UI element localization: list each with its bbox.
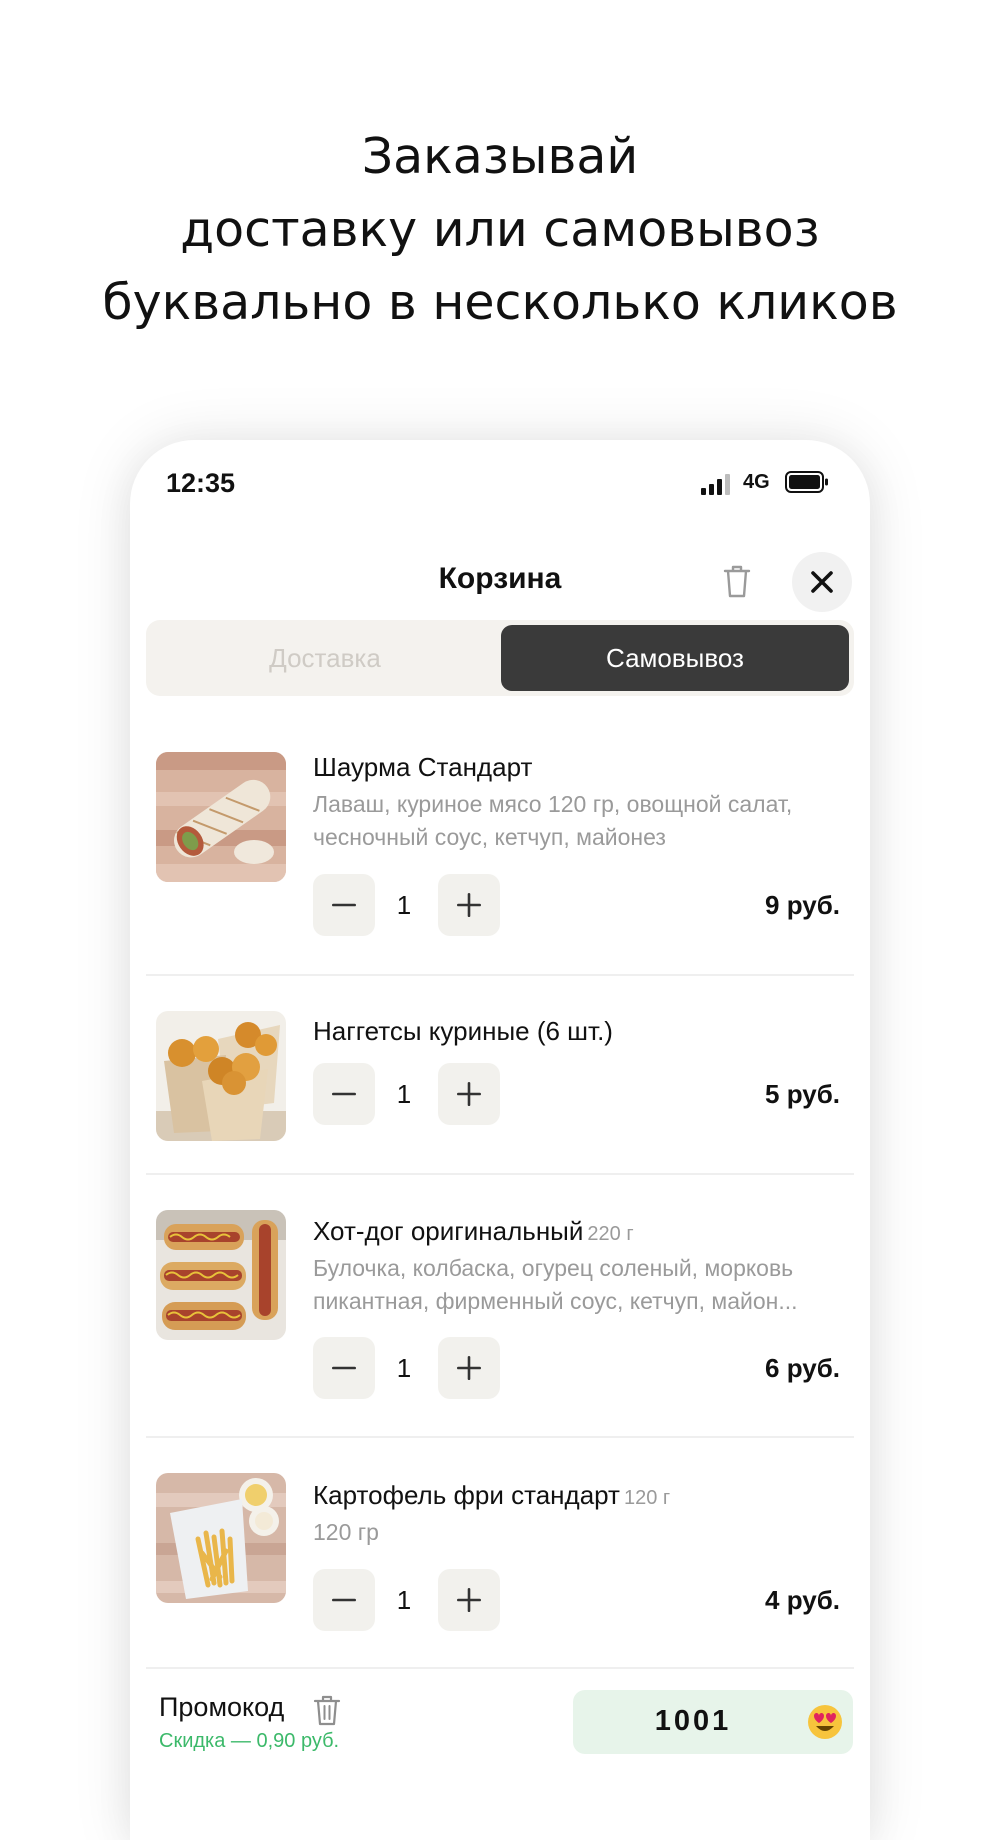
item-price: 6 руб. — [765, 1353, 840, 1383]
minus-icon — [332, 1092, 356, 1096]
tab-pickup[interactable]: Самовывоз — [501, 625, 849, 691]
item-name: Хот-дог оригинальный 220 г — [313, 1216, 634, 1247]
tab-delivery[interactable]: Доставка — [151, 625, 499, 691]
item-description-line: 120 гр — [313, 1519, 379, 1545]
minus-icon — [332, 1598, 356, 1602]
item-description-line: пикантная, фирменный соус, кетчуп, майон… — [313, 1288, 798, 1314]
item-name-text: Хот-дог оригинальный — [313, 1216, 584, 1246]
item-description-line: Булочка, колбаска, огурец соленый, морко… — [313, 1255, 794, 1281]
battery-icon — [785, 471, 828, 493]
headline-line-1: Заказывай — [361, 128, 639, 185]
item-photo — [156, 1011, 286, 1141]
item-price: 5 руб. — [765, 1079, 840, 1109]
item-weight: 120 г — [623, 1487, 671, 1509]
divider — [146, 1173, 854, 1175]
item-name: Картофель фри стандарт 120 г — [313, 1480, 670, 1511]
cart-title: Корзина — [438, 562, 562, 595]
minus-icon — [332, 1366, 356, 1370]
status-time: 12:35 — [166, 468, 236, 498]
clear-cart-button[interactable] — [715, 556, 759, 606]
item-photo — [156, 752, 286, 882]
promo-discount: Скидка — 0,90 руб. — [159, 1730, 340, 1752]
item-name: Наггетсы куриные (6 шт.) — [313, 1016, 613, 1047]
promo-headline: Заказывай доставку или самовывоз букваль… — [0, 120, 1000, 339]
plus-icon — [457, 893, 481, 917]
plus-icon — [457, 1356, 481, 1380]
trash-icon — [723, 565, 751, 598]
increase-quantity-button[interactable] — [438, 1569, 500, 1631]
item-price: 4 руб. — [765, 1585, 840, 1615]
item-quantity: 1 — [396, 890, 412, 920]
increase-quantity-button[interactable] — [438, 874, 500, 936]
item-quantity: 1 — [396, 1079, 412, 1109]
item-name-text: Шаурма Стандарт — [313, 752, 533, 782]
increase-quantity-button[interactable] — [438, 1337, 500, 1399]
delivery-mode-switch: Доставка Самовывоз — [146, 620, 854, 696]
item-description: Булочка, колбаска, огурец соленый, морко… — [313, 1252, 843, 1318]
item-price: 9 руб. — [765, 890, 840, 920]
item-name: Шаурма Стандарт — [313, 752, 532, 783]
divider — [146, 974, 854, 976]
close-icon — [811, 571, 833, 593]
decrease-quantity-button[interactable] — [313, 1063, 375, 1125]
plus-icon — [457, 1082, 481, 1106]
decrease-quantity-button[interactable] — [313, 874, 375, 936]
headline-line-3: буквально в несколько кликов — [102, 274, 898, 331]
item-weight: 220 г — [587, 1223, 634, 1245]
item-photo — [156, 1473, 286, 1603]
plus-icon — [457, 1588, 481, 1612]
item-quantity: 1 — [396, 1585, 412, 1615]
promo-code-value: 1001 — [654, 1705, 732, 1737]
divider — [146, 1667, 854, 1669]
item-name-text: Наггетсы куриные (6 шт.) — [313, 1016, 613, 1046]
status-bar: 12:35 4G — [130, 440, 870, 530]
item-description-line: чесночный соус, кетчуп, майонез — [313, 824, 666, 850]
decrease-quantity-button[interactable] — [313, 1337, 375, 1399]
increase-quantity-button[interactable] — [438, 1063, 500, 1125]
promo-label: Промокод — [159, 1692, 285, 1722]
headline-line-2: доставку или самовывоз — [180, 201, 820, 258]
item-photo — [156, 1210, 286, 1340]
item-description: 120 гр — [313, 1516, 843, 1549]
promo-code-field[interactable]: 1001 — [573, 1690, 853, 1754]
cart-header: Корзина — [130, 540, 870, 630]
item-description-line: Лаваш, куриное мясо 120 гр, овощной сала… — [313, 791, 793, 817]
item-description: Лаваш, куриное мясо 120 гр, овощной сала… — [313, 788, 843, 854]
decrease-quantity-button[interactable] — [313, 1569, 375, 1631]
network-type: 4G — [743, 471, 770, 493]
minus-icon — [332, 903, 356, 907]
item-name-text: Картофель фри стандарт — [313, 1480, 620, 1510]
remove-promo-icon[interactable] — [312, 1693, 342, 1727]
item-quantity: 1 — [396, 1353, 412, 1383]
phone-screen: 12:35 4G Корзина Доставка Самовывоз Шаур… — [130, 440, 870, 1840]
divider — [146, 1436, 854, 1438]
close-button[interactable] — [792, 552, 852, 612]
heart-eyes-emoji-icon — [808, 1705, 842, 1739]
signal-icon — [701, 473, 733, 495]
